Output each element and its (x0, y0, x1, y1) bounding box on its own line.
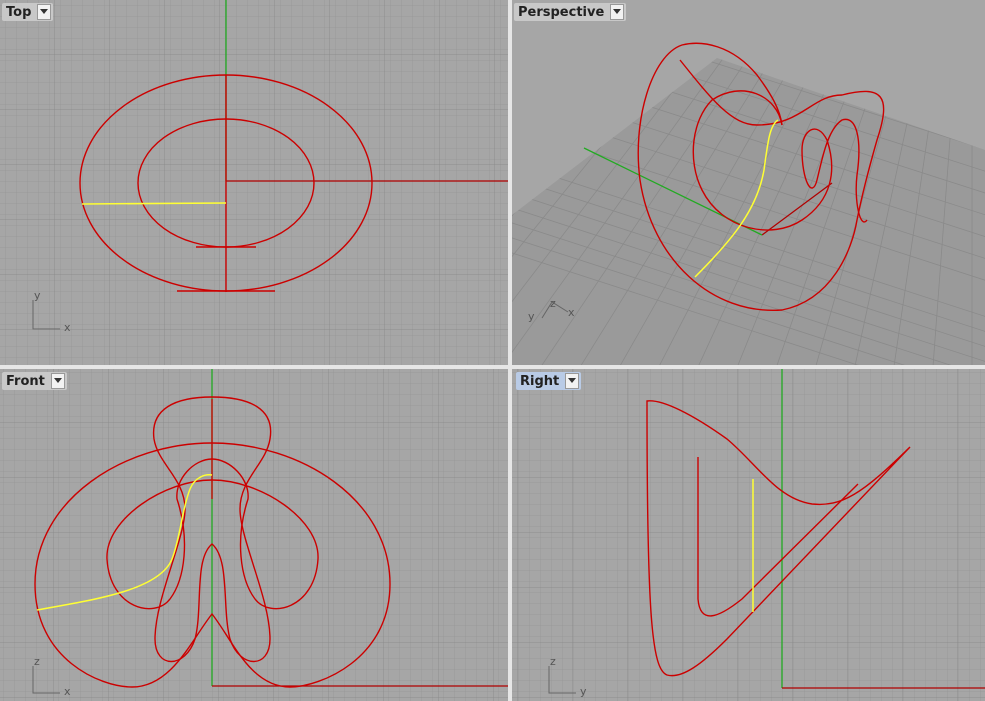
grid-perspective: z y x (512, 42, 985, 365)
svg-text:x: x (64, 685, 71, 698)
dropdown-arrow-icon[interactable] (50, 373, 65, 389)
viewport-title-right[interactable]: Right (516, 372, 582, 390)
viewport-perspective[interactable]: z y x Perspective (512, 0, 985, 365)
grid-top: y x (0, 0, 508, 365)
viewport-title-top[interactable]: Top (2, 3, 54, 21)
dropdown-arrow-icon[interactable] (565, 373, 580, 389)
svg-text:z: z (550, 297, 556, 310)
selected-curve (81, 202, 227, 205)
dropdown-arrow-icon[interactable] (610, 4, 625, 20)
svg-text:z: z (34, 655, 40, 668)
svg-text:x: x (568, 306, 575, 319)
svg-text:z: z (550, 655, 556, 668)
viewport-title-front[interactable]: Front (2, 372, 67, 390)
viewport-front[interactable]: z x Front (0, 369, 508, 701)
viewport-title-label: Right (520, 373, 560, 389)
viewport-title-perspective[interactable]: Perspective (514, 3, 627, 21)
svg-text:y: y (34, 289, 41, 302)
viewport-top[interactable]: y x Top (0, 0, 508, 365)
viewport-title-label: Front (6, 373, 45, 389)
viewport-right[interactable]: z y Right (512, 369, 985, 701)
svg-text:y: y (580, 685, 587, 698)
svg-text:x: x (64, 321, 71, 334)
viewport-title-label: Top (6, 4, 32, 20)
grid-front: z x (0, 369, 508, 701)
grid-right: z y (512, 369, 985, 701)
svg-text:y: y (528, 310, 535, 323)
dropdown-arrow-icon[interactable] (37, 4, 52, 20)
viewport-title-label: Perspective (518, 4, 605, 20)
